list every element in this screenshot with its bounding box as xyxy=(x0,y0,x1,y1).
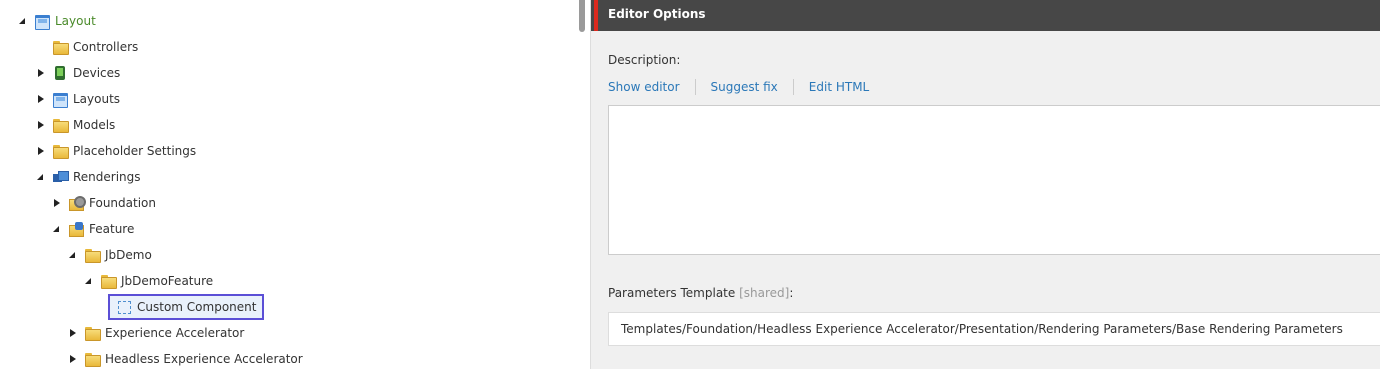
label-colon: : xyxy=(789,286,794,300)
component-icon xyxy=(116,299,132,315)
tree-item-placeholder-settings[interactable]: Placeholder Settings xyxy=(36,140,196,162)
description-label: Description: xyxy=(608,53,681,67)
tree-item-label: Models xyxy=(73,118,116,132)
collapse-arrow-icon[interactable] xyxy=(18,16,28,26)
tree-item-label: Renderings xyxy=(73,170,141,184)
tree-item-label: Devices xyxy=(73,66,121,80)
tree-item-label: Layouts xyxy=(73,92,121,106)
parameters-template-label-text: Parameters Template xyxy=(608,286,736,300)
folder-icon xyxy=(52,39,69,55)
tree-item-label: Feature xyxy=(89,222,135,236)
folder-icon xyxy=(84,351,101,367)
expand-arrow-icon[interactable] xyxy=(36,68,46,78)
folder-icon xyxy=(52,143,69,159)
expand-arrow-icon[interactable] xyxy=(36,146,46,156)
renderings-icon xyxy=(52,169,69,185)
tree-item-layouts[interactable]: Layouts xyxy=(36,88,120,110)
tree-item-label: Headless Experience Accelerator xyxy=(105,352,303,366)
collapse-arrow-icon[interactable] xyxy=(68,250,78,260)
device-icon xyxy=(52,65,68,81)
tree-item-models[interactable]: Models xyxy=(36,114,115,136)
foundation-folder-icon xyxy=(68,195,86,211)
layout-icon xyxy=(52,91,68,108)
tree-item-label: Layout xyxy=(55,14,96,28)
tree-scrollbar[interactable] xyxy=(576,0,590,369)
edit-html-link[interactable]: Edit HTML xyxy=(809,80,869,94)
tree-item-headless-experience-accelerator[interactable]: Headless Experience Accelerator xyxy=(68,348,303,369)
collapse-arrow-icon[interactable] xyxy=(52,224,62,234)
layout-icon xyxy=(34,13,50,30)
section-title: Editor Options xyxy=(608,7,706,21)
tree-item-layout[interactable]: Layout xyxy=(18,10,96,32)
description-field[interactable] xyxy=(608,105,1380,255)
tree-item-label: Controllers xyxy=(73,40,139,54)
tree-item-experience-accelerator[interactable]: Experience Accelerator xyxy=(68,322,244,344)
tree-item-jbdemofeature[interactable]: JbDemoFeature xyxy=(84,270,213,292)
expand-arrow-icon[interactable] xyxy=(68,328,78,338)
tree-item-label: JbDemoFeature xyxy=(121,274,214,288)
tree-item-label: Custom Component xyxy=(137,300,257,314)
tree-item-label: Placeholder Settings xyxy=(73,144,197,158)
tree-item-label: JbDemo xyxy=(105,248,152,262)
link-separator xyxy=(792,79,794,95)
content-tree: Layout Controllers Devices Layouts Model… xyxy=(0,0,576,369)
header-accent-bar xyxy=(594,0,598,31)
link-separator xyxy=(694,79,696,95)
tree-item-controllers[interactable]: Controllers xyxy=(36,36,138,58)
expand-arrow-icon[interactable] xyxy=(36,94,46,104)
description-toolbar: Show editor Suggest fix Edit HTML xyxy=(608,79,869,95)
editor-pane: Editor Options Description: Show editor … xyxy=(590,0,1380,369)
folder-icon xyxy=(84,325,101,341)
tree-item-label: Foundation xyxy=(89,196,156,210)
tree-item-custom-component[interactable]: Custom Component xyxy=(108,294,265,320)
show-editor-link[interactable]: Show editor xyxy=(608,80,680,94)
page-icon xyxy=(52,0,68,7)
shared-tag: [shared] xyxy=(739,286,790,300)
parameters-template-label: Parameters Template [shared]: xyxy=(608,286,793,300)
tree-item-renderings[interactable]: Renderings xyxy=(36,166,141,188)
expand-arrow-icon[interactable] xyxy=(68,354,78,364)
collapse-arrow-icon[interactable] xyxy=(36,172,46,182)
tree-item-feature[interactable]: Feature xyxy=(52,218,134,240)
parameters-template-field[interactable]: Templates/Foundation/Headless Experience… xyxy=(608,312,1380,346)
feature-folder-icon xyxy=(68,221,84,237)
collapse-arrow-icon[interactable] xyxy=(84,276,94,286)
folder-icon xyxy=(52,117,69,133)
folder-icon xyxy=(84,247,101,263)
tree-item-jbdemo[interactable]: JbDemo xyxy=(68,244,152,266)
expand-arrow-icon[interactable] xyxy=(36,120,46,130)
tree-item-label: Experience Accelerator xyxy=(105,326,245,340)
tree-item-foundation[interactable]: Foundation xyxy=(52,192,156,214)
tree-item-partial[interactable] xyxy=(52,0,73,10)
expand-arrow-icon[interactable] xyxy=(52,198,62,208)
folder-icon xyxy=(100,273,117,289)
tree-item-devices[interactable]: Devices xyxy=(36,62,120,84)
scrollbar-thumb[interactable] xyxy=(579,0,585,32)
section-header[interactable]: Editor Options xyxy=(591,0,1380,31)
suggest-fix-link[interactable]: Suggest fix xyxy=(711,80,778,94)
